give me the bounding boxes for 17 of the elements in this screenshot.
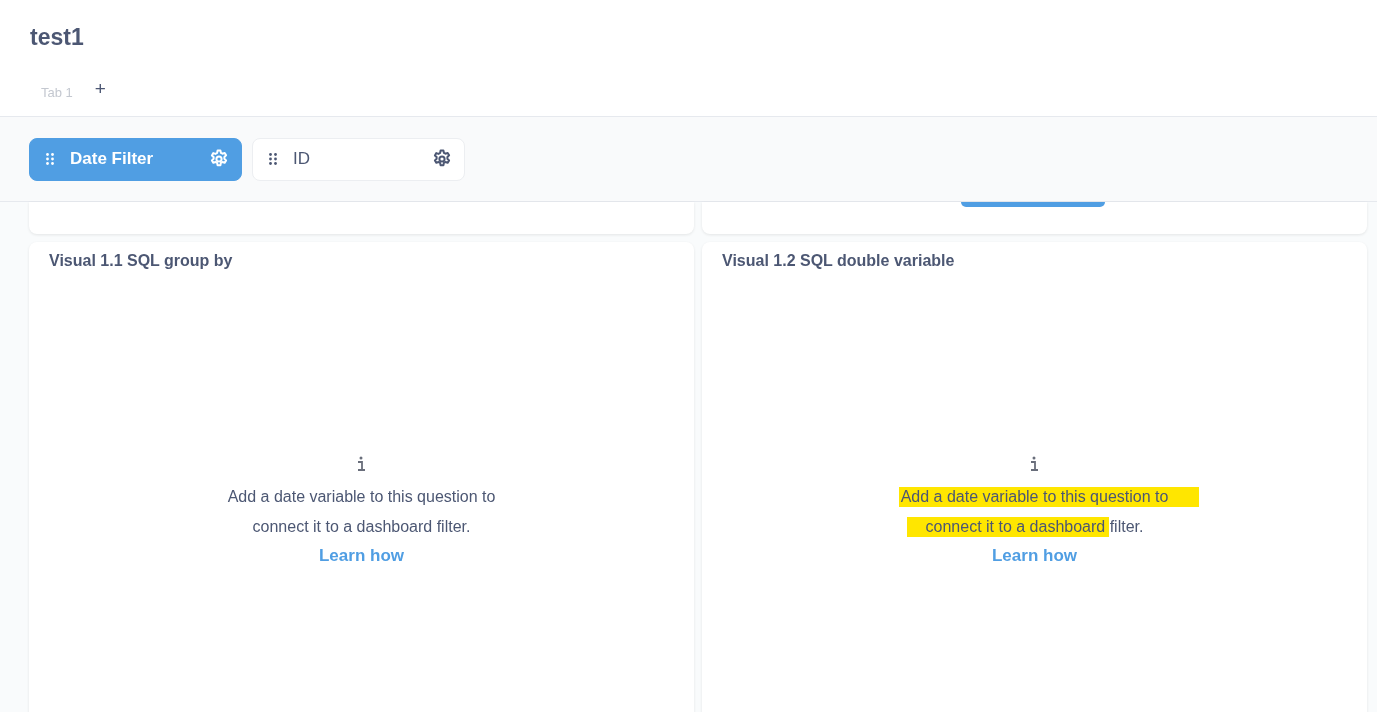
- empty-state-message: Add a date variable to this question to connect it to a dashboard filter.: [227, 488, 496, 535]
- empty-state-message: Add a date variable to this question to connect it to a dashboard filter.: [900, 488, 1169, 535]
- info-icon: [1030, 456, 1039, 472]
- tab[interactable]: Tab 1: [41, 84, 73, 100]
- drag-handle-icon[interactable]: [269, 153, 277, 165]
- filter-widget[interactable]: ID: [252, 137, 465, 181]
- learn-how-link[interactable]: Learn how: [319, 546, 404, 566]
- learn-how-link[interactable]: Learn how: [992, 546, 1077, 566]
- card-title: Visual 1.1 SQL group by: [49, 252, 233, 270]
- dashboard-title: test1: [30, 24, 84, 51]
- card-title: Visual 1.2 SQL double variable: [722, 252, 955, 270]
- button-edge[interactable]: [960, 202, 1105, 207]
- add-tab-button[interactable]: +: [94, 78, 106, 100]
- filter-widget[interactable]: Date Filter: [29, 137, 242, 181]
- settings-icon[interactable]: [432, 149, 452, 169]
- info-icon: [357, 456, 366, 472]
- drag-handle-icon[interactable]: [46, 153, 54, 165]
